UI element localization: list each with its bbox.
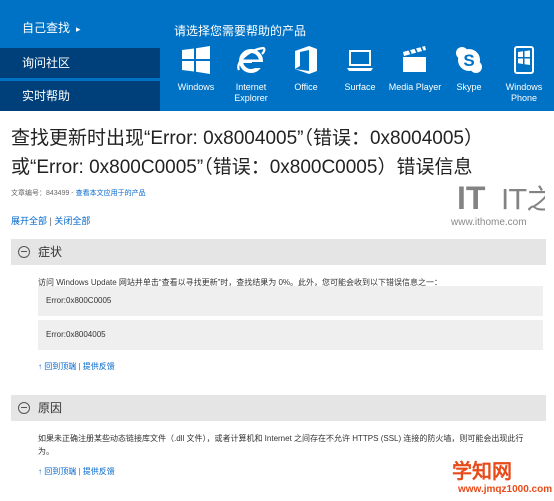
product-label: Surface [344, 82, 376, 92]
section-header-symptom[interactable]: 症状 [11, 239, 546, 265]
product-picker-heading: 请选择您需要帮助的产品 [174, 24, 307, 38]
article-meta: 文章编号：843499 - 查看本文应用于的产品 [11, 188, 146, 198]
divider: | [78, 467, 81, 476]
product-skype[interactable]: S Skype [439, 44, 499, 93]
svg-text:IT: IT [457, 180, 486, 216]
divider: | [49, 216, 52, 226]
back-to-top-link[interactable]: 回到顶端 [44, 362, 76, 371]
chevron-right-icon: ▸ [76, 24, 81, 34]
article-title: 查找更新时出现“Error: 0x8004005”（错误：0x8004005）或… [11, 128, 484, 178]
error-code: Error:0x8004005 [46, 330, 106, 339]
office-icon [295, 46, 317, 74]
error-message-box: Error:0x800C0005 [38, 286, 543, 316]
sidebar-item-self-help[interactable]: 自己查找 ▸ [0, 13, 160, 45]
svg-text:IT之家: IT之家 [501, 183, 545, 216]
sidebar-item-community[interactable]: 询问社区 [0, 48, 160, 78]
site-watermark-url: www.jmqz1000.com [458, 484, 553, 495]
ithome-watermark-logo: IT IT之家 [457, 180, 545, 216]
expand-collapse-links: 展开全部 | 关闭全部 [11, 214, 90, 227]
media-player-icon [403, 44, 426, 72]
product-label: Skype [456, 82, 482, 92]
feedback-link[interactable]: 提供反馈 [83, 467, 115, 476]
skype-icon: S [456, 47, 482, 73]
sidebar-item-label: 询问社区 [22, 56, 71, 70]
applies-to-link[interactable]: 查看本文应用于的产品 [76, 190, 146, 197]
sidebar-item-label: 实时帮助 [22, 89, 71, 103]
product-surface[interactable]: Surface [330, 44, 390, 93]
product-internet-explorer[interactable]: Internet Explorer [221, 44, 281, 104]
site-watermark-title: 学知网 [452, 461, 512, 483]
collapse-icon [18, 401, 30, 414]
product-label: Windows [177, 82, 215, 92]
section-footer-links: ↑ 回到顶端 | 提供反馈 [38, 361, 115, 372]
article-id: 文章编号：843499 - [11, 190, 74, 197]
windows-icon [182, 46, 210, 74]
back-to-top-link[interactable]: 回到顶端 [44, 467, 76, 476]
expand-all-link[interactable]: 展开全部 [11, 216, 47, 226]
section-title: 原因 [38, 401, 63, 415]
windows-phone-icon [514, 46, 534, 74]
section-footer-links: ↑ 回到顶端 | 提供反馈 [38, 466, 115, 477]
sidebar-item-live-help[interactable]: 实时帮助 [0, 81, 160, 111]
product-label: Office [294, 82, 318, 92]
section-title: 症状 [38, 245, 63, 259]
error-code: Error:0x800C0005 [46, 296, 112, 305]
product-office[interactable]: Office [276, 44, 336, 93]
arrow-up-icon: ↑ [38, 362, 42, 371]
product-windows[interactable]: Windows [166, 44, 226, 93]
sidebar-item-label: 自己查找 [22, 21, 71, 35]
ithome-watermark-url: www.ithome.com [451, 217, 527, 228]
product-windows-phone[interactable]: Windows Phone [494, 44, 554, 104]
collapse-all-link[interactable]: 关闭全部 [54, 216, 90, 226]
divider: | [78, 362, 81, 371]
surface-icon [347, 50, 373, 71]
product-label: Media Player [388, 82, 442, 92]
sidebar: 自己查找 ▸ 询问社区 实时帮助 [0, 0, 160, 111]
internet-explorer-icon [237, 46, 266, 73]
section-header-cause[interactable]: 原因 [11, 395, 546, 421]
error-message-box: Error:0x8004005 [38, 320, 543, 350]
feedback-link[interactable]: 提供反馈 [83, 362, 115, 371]
collapse-icon [18, 245, 30, 258]
product-label: Windows Phone [505, 82, 543, 103]
product-media-player[interactable]: Media Player [385, 44, 445, 93]
arrow-up-icon: ↑ [38, 467, 42, 476]
top-banner: 自己查找 ▸ 询问社区 实时帮助 请选择您需要帮助的产品 Windows Inte… [0, 0, 554, 111]
product-label: Internet Explorer [234, 82, 268, 103]
svg-text:S: S [463, 51, 474, 70]
